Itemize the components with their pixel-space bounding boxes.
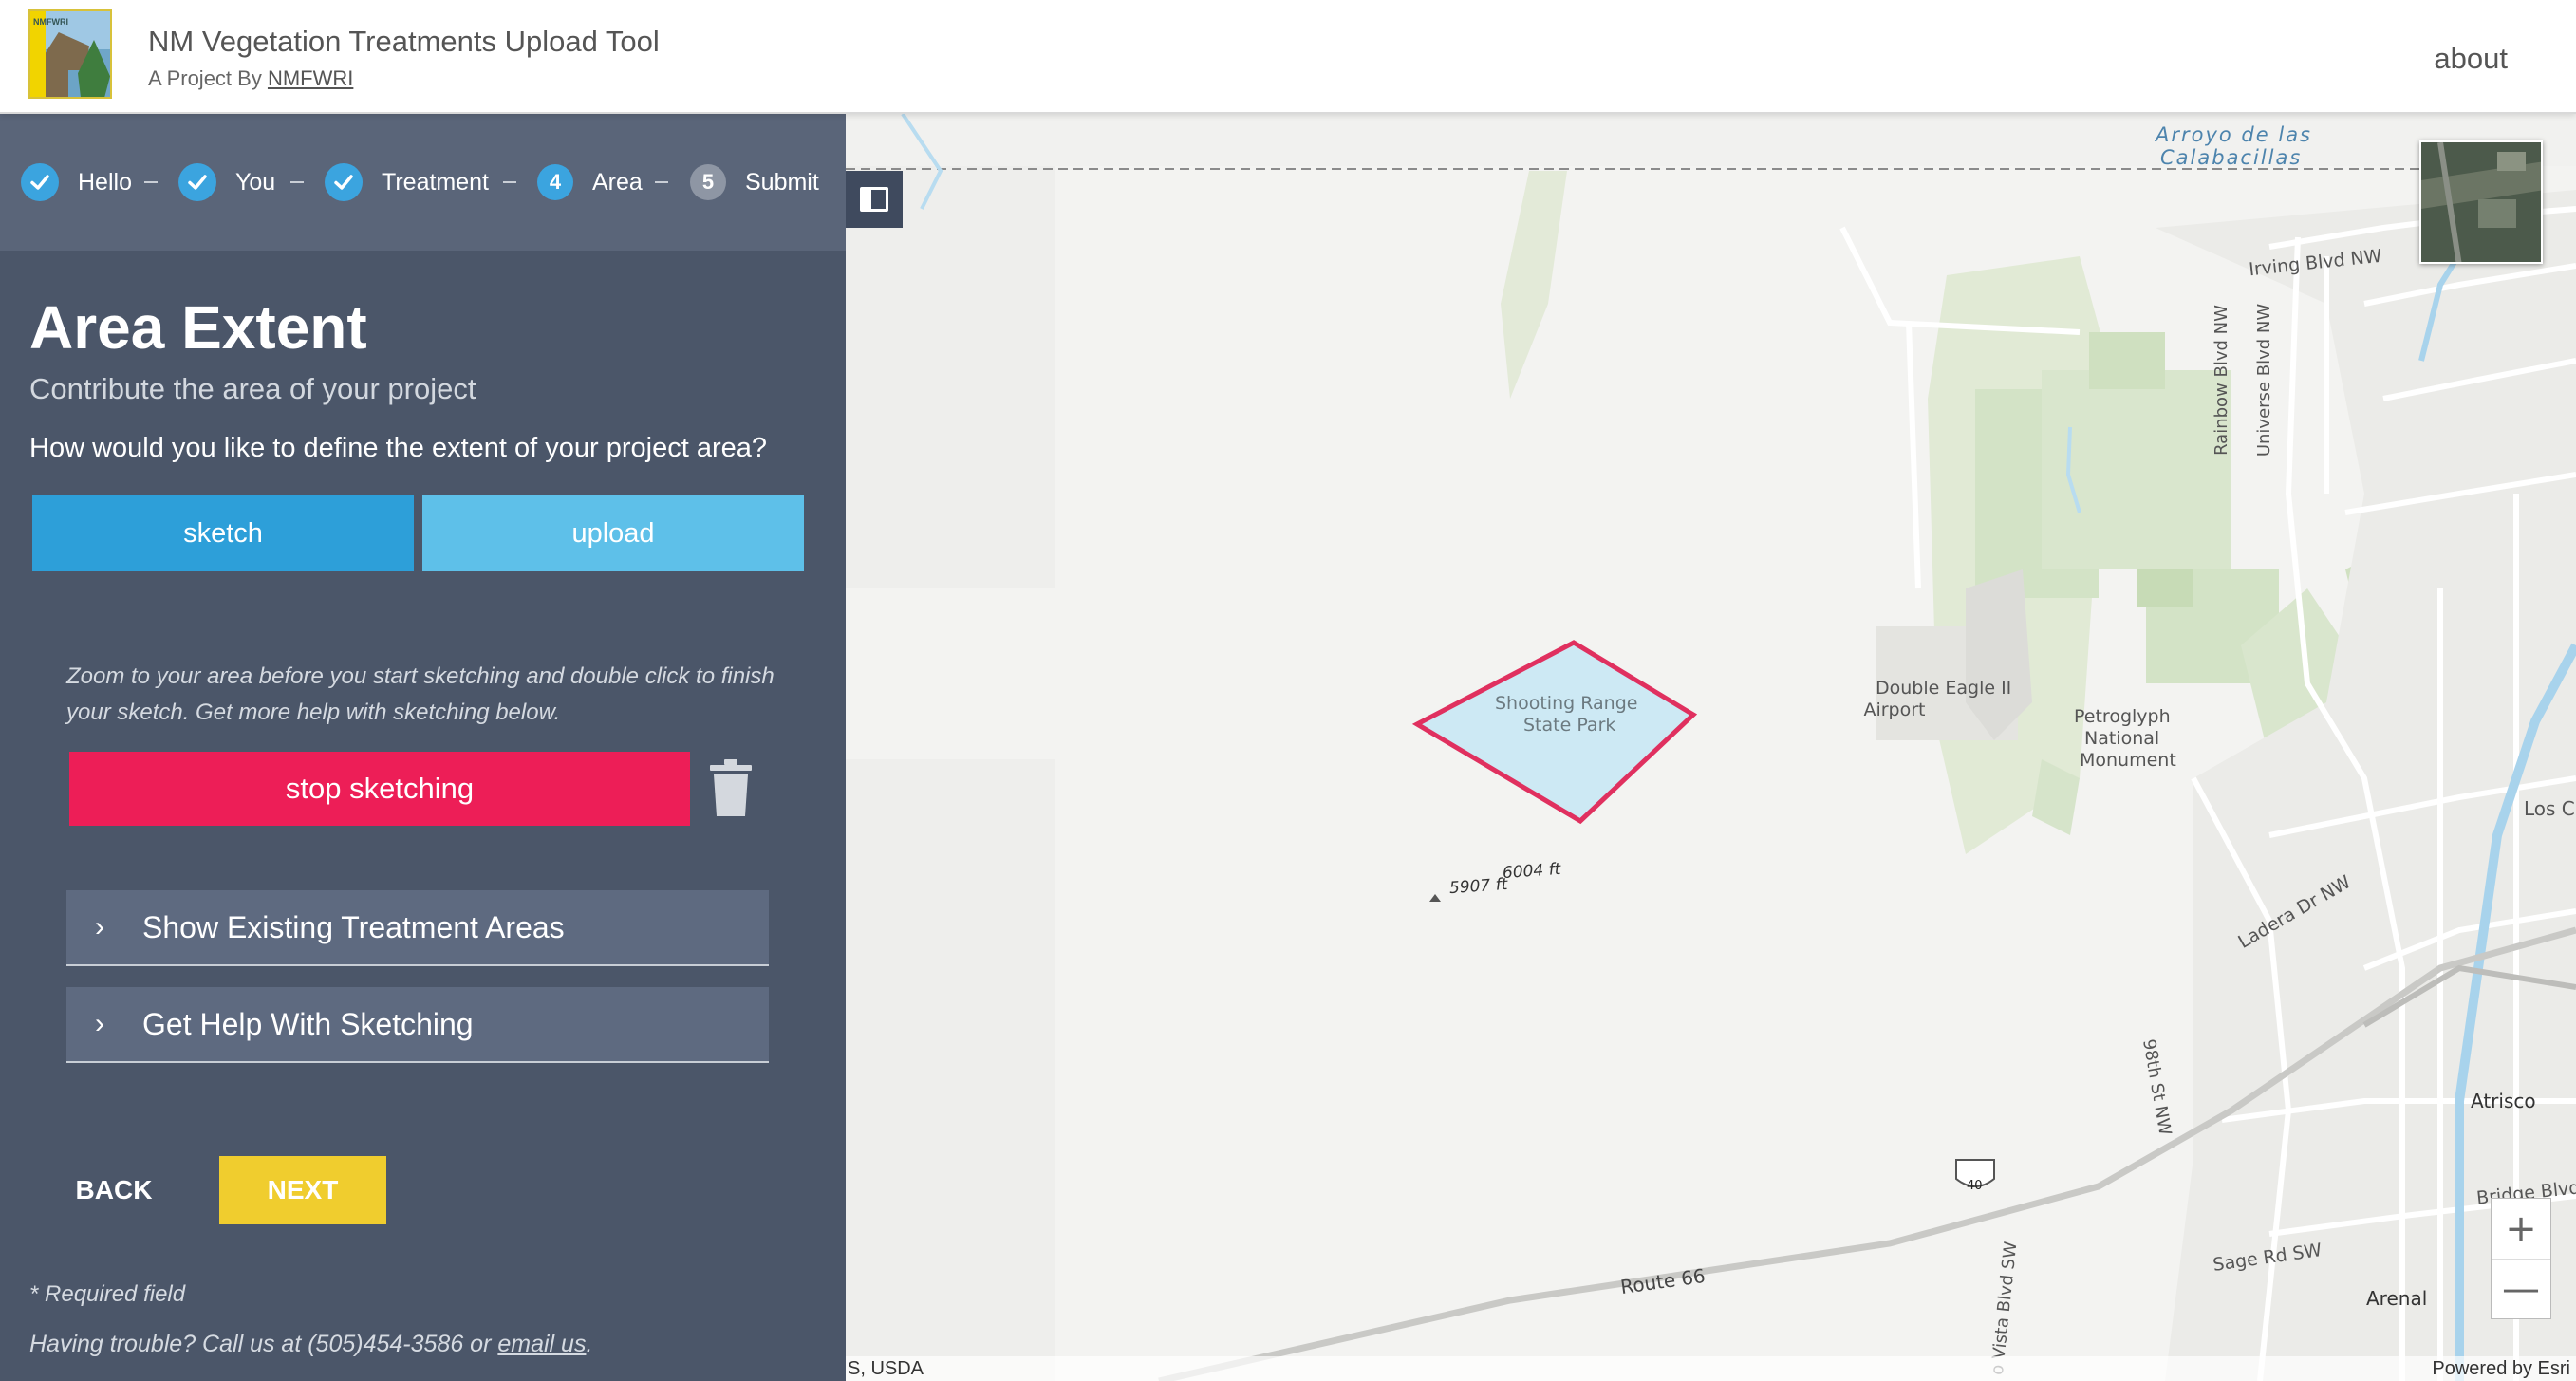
check-icon (178, 163, 216, 201)
next-button[interactable]: NEXT (219, 1156, 386, 1224)
map-label-arroyo: Arroyo de las (2156, 123, 2313, 146)
step-label: Area (592, 168, 643, 196)
sketch-hint: Zoom to your area before you start sketc… (66, 663, 775, 725)
nmfwri-logo[interactable]: NMFWRI (28, 9, 112, 99)
attribution-text: S, USDA (848, 1358, 924, 1379)
map-label-monument: National (2084, 728, 2160, 749)
email-link[interactable]: email us (497, 1331, 586, 1357)
map-label-monument: Monument (2080, 750, 2176, 771)
chevron-right-icon: › (95, 911, 104, 942)
step-submit[interactable]: 5 Submit (690, 161, 819, 203)
map-label-place: Los C (2524, 797, 2575, 820)
step-label: Hello (78, 168, 132, 196)
sidebar-toggle-icon (860, 187, 888, 212)
subtitle-prefix: A Project By (148, 66, 268, 90)
step-area[interactable]: 4 Area (537, 161, 643, 203)
app-subtitle: A Project By NMFWRI (148, 66, 353, 91)
step-divider (655, 181, 668, 183)
map-label-place: Arenal (2366, 1287, 2428, 1310)
accordion-sketch-help[interactable]: › Get Help With Sketching (66, 987, 769, 1063)
chevron-right-icon: › (95, 1008, 104, 1039)
zoom-controls: + — (2491, 1198, 2551, 1319)
sketch-button[interactable]: sketch (32, 495, 414, 571)
about-link[interactable]: about (2434, 42, 2508, 76)
trash-icon[interactable] (708, 757, 754, 818)
form-sidebar: Hello You Treatment 4 Area 5 Submit Area… (0, 114, 846, 1381)
back-button[interactable]: BACK (59, 1156, 169, 1224)
zoom-in-button[interactable]: + (2492, 1199, 2550, 1259)
basemap-tiles (846, 114, 2576, 1381)
step-label: You (235, 168, 276, 196)
check-icon (21, 163, 59, 201)
esri-credit-link[interactable]: Powered by Esri (2432, 1358, 2570, 1380)
step-divider (144, 181, 158, 183)
app-title: NM Vegetation Treatments Upload Tool (148, 25, 660, 58)
step-label: Submit (745, 168, 819, 196)
map-label-monument: Petroglyph (2074, 706, 2171, 727)
map-label-elevation: 6004 ft (1502, 859, 1561, 884)
required-note: * Required field (29, 1281, 186, 1307)
accordion-existing-treatments[interactable]: › Show Existing Treatment Areas (66, 890, 769, 966)
step-number: 4 (537, 164, 573, 200)
map-attribution: S, USDA Powered by Esri (846, 1356, 2576, 1381)
map-label-airport: Double Eagle II (1876, 678, 2012, 699)
stop-sketching-button[interactable]: stop sketching (69, 752, 690, 826)
map-label-airport: Airport (1863, 700, 1926, 720)
step-you[interactable]: You (178, 161, 275, 203)
map-label-street: Universe Blvd NW (2254, 303, 2275, 457)
map-label-park: State Park (1523, 715, 1616, 736)
help-contact-text: Having trouble? Call us at (505)454-3586… (29, 1331, 498, 1357)
accordion-label: Show Existing Treatment Areas (142, 909, 565, 944)
step-treatment[interactable]: Treatment (325, 161, 489, 203)
check-icon (325, 163, 363, 201)
map-label-place: Atrisco (2471, 1090, 2536, 1112)
satellite-thumbnail-icon (2421, 142, 2541, 262)
progress-stepper: Hello You Treatment 4 Area 5 Submit (0, 114, 846, 251)
map-label-arroyo: Calabacillas (2160, 146, 2303, 169)
accordion-label: Get Help With Sketching (142, 1006, 474, 1041)
panel-toggle-button[interactable] (846, 171, 903, 228)
step-number: 5 (690, 164, 726, 200)
step-label: Treatment (382, 168, 490, 196)
step-divider (503, 181, 516, 183)
zoom-out-button[interactable]: — (2492, 1259, 2550, 1318)
page-title: Area Extent (29, 293, 367, 362)
help-contact: Having trouble? Call us at (505)454-3586… (29, 1331, 592, 1358)
map-label-park: Shooting Range (1495, 693, 1638, 714)
map-label-elevation: 5907 ft (1448, 874, 1508, 899)
upload-button[interactable]: upload (422, 495, 804, 571)
nmfwri-link[interactable]: NMFWRI (268, 66, 353, 90)
extent-question: How would you like to define the extent … (29, 433, 768, 463)
help-contact-suffix: . (586, 1331, 593, 1357)
logo-strip-text: NMFWRI (33, 17, 68, 28)
page-subtitle: Contribute the area of your project (29, 372, 476, 405)
step-divider (290, 181, 304, 183)
step-hello[interactable]: Hello (21, 161, 132, 203)
interstate-shield-label: 40 (1967, 1179, 1983, 1193)
app-header: NMFWRI NM Vegetation Treatments Upload T… (0, 0, 2576, 114)
map-label-street: Rainbow Blvd NW (2211, 305, 2231, 456)
map-view[interactable]: Arroyo de las Calabacillas Irving Blvd N… (846, 114, 2576, 1381)
basemap-toggle[interactable] (2419, 140, 2543, 264)
